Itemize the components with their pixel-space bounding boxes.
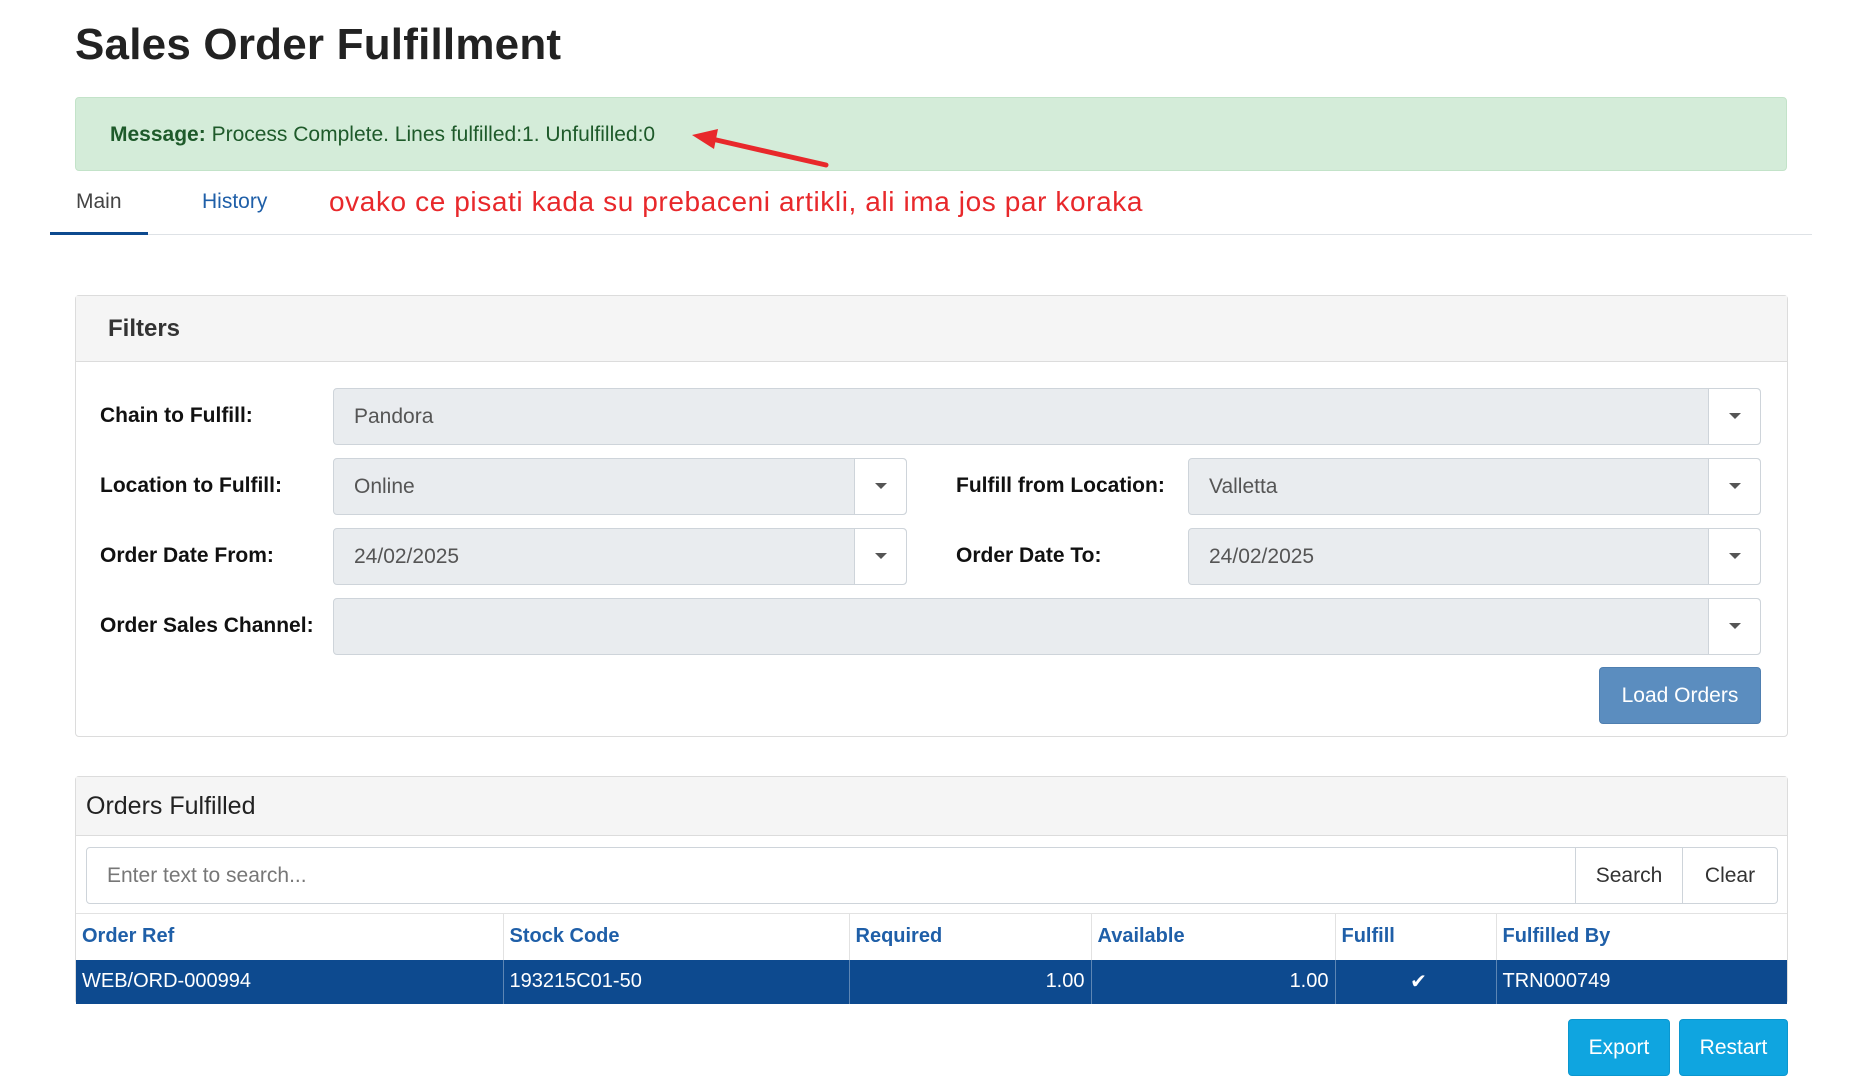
cell-stock-code[interactable]: 193215C01-50 <box>503 959 850 1004</box>
date-to-select[interactable]: 24/02/2025 <box>1188 528 1761 585</box>
search-bar: Search Clear <box>86 847 1778 904</box>
orders-title: Orders Fulfilled <box>76 777 1787 836</box>
location-label: Location to Fulfill: <box>100 474 282 497</box>
chevron-down-icon[interactable] <box>854 529 906 584</box>
chevron-down-icon[interactable] <box>1708 529 1760 584</box>
column-header-fulfill[interactable]: Fulfill <box>1335 913 1497 960</box>
alert-label: Message: <box>110 123 206 146</box>
column-header-available[interactable]: Available <box>1091 913 1336 960</box>
export-button[interactable]: Export <box>1568 1019 1670 1076</box>
alert-text: Process Complete. Lines fulfilled:1. Unf… <box>211 123 656 146</box>
column-header-required[interactable]: Required <box>849 913 1092 960</box>
table-row[interactable]: WEB/ORD-000994 193215C01-50 1.00 1.00 ✔ … <box>76 959 1787 1004</box>
column-header-stock-code[interactable]: Stock Code <box>503 913 850 960</box>
orders-fulfilled-panel: Orders Fulfilled Search Clear Order Ref … <box>75 776 1788 1004</box>
restart-button[interactable]: Restart <box>1679 1019 1788 1076</box>
cell-available[interactable]: 1.00 <box>1091 959 1336 1004</box>
chain-value: Pandora <box>354 405 434 428</box>
date-from-label: Order Date From: <box>100 544 274 567</box>
page-title: Sales Order Fulfillment <box>75 20 562 69</box>
fulfill-from-select[interactable]: Valletta <box>1188 458 1761 515</box>
load-orders-button[interactable]: Load Orders <box>1599 667 1761 724</box>
chain-select[interactable]: Pandora <box>333 388 1761 445</box>
column-header-order-ref[interactable]: Order Ref <box>76 913 504 960</box>
cell-required[interactable]: 1.00 <box>849 959 1092 1004</box>
red-arrow-annotation-icon <box>692 129 829 168</box>
date-to-label: Order Date To: <box>956 544 1102 567</box>
chevron-down-icon[interactable] <box>1708 599 1760 654</box>
alert-message: Message: Process Complete. Lines fulfill… <box>110 123 655 147</box>
chevron-down-icon[interactable] <box>1708 459 1760 514</box>
tab-main[interactable]: Main <box>50 190 148 235</box>
sales-channel-label: Order Sales Channel: <box>100 614 314 637</box>
search-button[interactable]: Search <box>1575 848 1682 903</box>
search-input[interactable] <box>87 848 1575 903</box>
location-select[interactable]: Online <box>333 458 907 515</box>
chevron-down-icon[interactable] <box>854 459 906 514</box>
date-to-value: 24/02/2025 <box>1209 545 1315 568</box>
red-annotation-text: ovako ce pisati kada su prebaceni artikl… <box>329 186 1144 217</box>
filters-panel: Filters Chain to Fulfill: Pandora Locati… <box>75 295 1788 737</box>
date-from-select[interactable]: 24/02/2025 <box>333 528 907 585</box>
table-header-row: Order Ref Stock Code Required Available … <box>76 913 1787 960</box>
success-alert: Message: Process Complete. Lines fulfill… <box>75 97 1787 171</box>
clear-button[interactable]: Clear <box>1682 848 1777 903</box>
checkmark-icon[interactable]: ✔ <box>1335 959 1497 1004</box>
orders-table: Order Ref Stock Code Required Available … <box>76 913 1787 1004</box>
chain-label: Chain to Fulfill: <box>100 404 253 427</box>
filters-title: Filters <box>76 296 1787 362</box>
tab-history[interactable]: History <box>176 190 293 235</box>
chevron-down-icon[interactable] <box>1708 389 1760 444</box>
cell-fulfilled-by[interactable]: TRN000749 <box>1496 959 1787 1004</box>
fulfill-from-value: Valletta <box>1209 475 1278 498</box>
fulfill-from-label: Fulfill from Location: <box>956 474 1165 497</box>
column-header-fulfilled-by[interactable]: Fulfilled By <box>1496 913 1787 960</box>
location-value: Online <box>354 475 415 498</box>
date-from-value: 24/02/2025 <box>354 545 460 568</box>
sales-channel-select[interactable] <box>333 598 1761 655</box>
cell-order-ref[interactable]: WEB/ORD-000994 <box>76 959 504 1004</box>
